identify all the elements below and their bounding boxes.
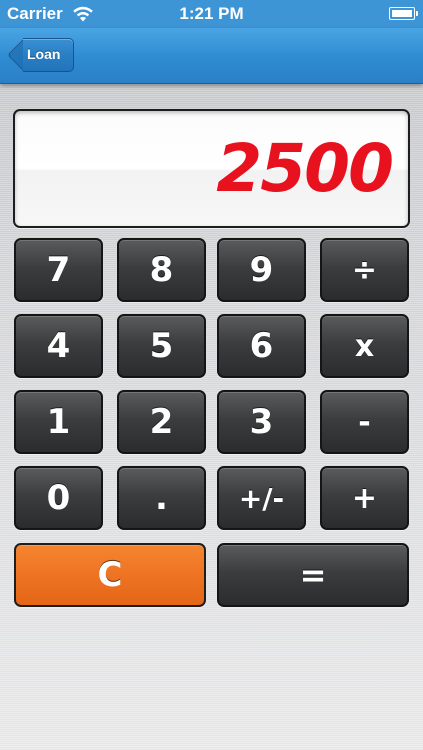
key-9[interactable]: 9 (217, 238, 306, 302)
navigation-bar: Loan (0, 28, 423, 84)
divide-button[interactable]: ÷ (320, 238, 409, 302)
key-7[interactable]: 7 (14, 238, 103, 302)
key-6[interactable]: 6 (217, 314, 306, 378)
key-2[interactable]: 2 (117, 390, 206, 454)
equals-button[interactable]: = (217, 543, 409, 607)
back-button-label: Loan (27, 46, 61, 62)
clear-button[interactable]: C (14, 543, 206, 607)
decimal-button[interactable]: . (117, 466, 206, 530)
key-8[interactable]: 8 (117, 238, 206, 302)
negate-button[interactable]: +/- (217, 466, 306, 530)
display-value: 2500 (216, 130, 394, 207)
multiply-button[interactable]: x (320, 314, 409, 378)
key-3[interactable]: 3 (217, 390, 306, 454)
key-0[interactable]: 0 (14, 466, 103, 530)
add-button[interactable]: + (320, 466, 409, 530)
status-bar: Carrier 1:21 PM (0, 0, 423, 28)
key-1[interactable]: 1 (14, 390, 103, 454)
key-5[interactable]: 5 (117, 314, 206, 378)
status-time: 1:21 PM (179, 4, 244, 23)
battery-icon (389, 7, 418, 20)
back-button[interactable]: Loan (7, 38, 74, 72)
calculator-display: 2500 (13, 109, 410, 228)
key-4[interactable]: 4 (14, 314, 103, 378)
subtract-button[interactable]: - (320, 390, 409, 454)
